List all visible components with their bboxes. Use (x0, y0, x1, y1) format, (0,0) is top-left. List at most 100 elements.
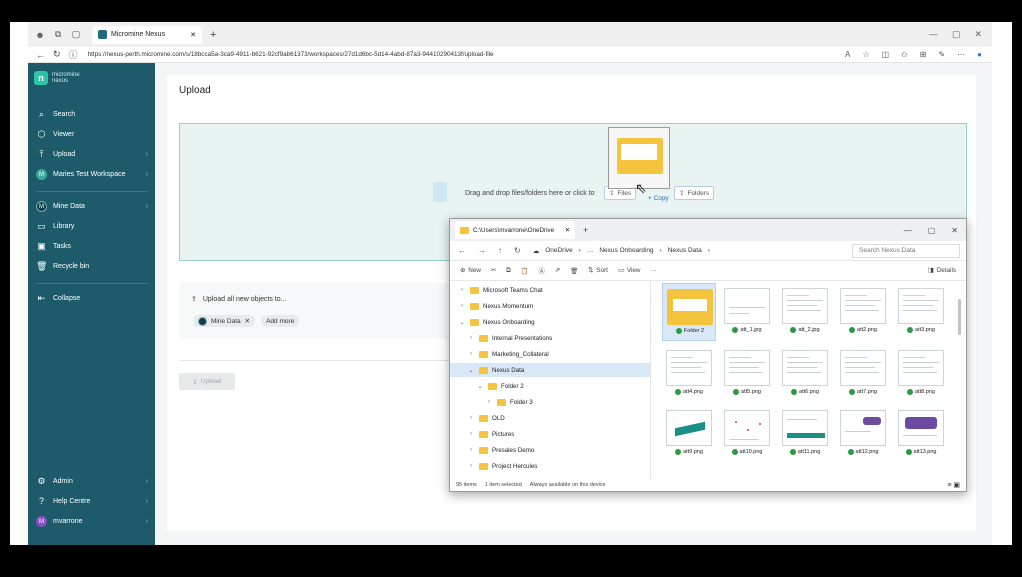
file-explorer-window[interactable]: C:\Users\mvarrone\OneDrive ✕ + — ▢ ✕ ← →… (449, 218, 967, 492)
sidebar-item-admin[interactable]: ⚙ Admin › (36, 476, 148, 487)
tree-item[interactable]: › Presales Demo (450, 443, 650, 457)
chevron-right-icon[interactable]: › (458, 287, 466, 293)
tree-item[interactable]: › Internal Presentations (450, 331, 650, 345)
close-window-icon[interactable]: ✕ (974, 29, 982, 40)
sidebar-item-search[interactable]: ⌕ Search (36, 109, 148, 120)
tree-item[interactable]: › Pictures (450, 427, 650, 441)
file-tile[interactable]: att10.png (720, 405, 774, 463)
browser-tab[interactable]: Micromine Nexus ✕ (92, 25, 202, 44)
view-button[interactable]: ▭ View (618, 267, 641, 274)
sidebar-item-collapse[interactable]: ⇤ Collapse (36, 293, 148, 304)
tree-item[interactable]: › Nexus Momentum (450, 299, 650, 313)
chevron-right-icon[interactable]: › (467, 415, 475, 421)
sidebar-item-user[interactable]: M mvarrone › (36, 516, 148, 527)
delete-button[interactable]: 🗑 (570, 267, 578, 275)
cut-button[interactable]: ✂ (491, 267, 496, 274)
sidebar-item-viewer[interactable]: ⬡ Viewer (36, 129, 148, 140)
sidebar-item-workspace[interactable]: M Maries Test Workspace › (36, 169, 148, 180)
minimize-icon[interactable]: — (929, 29, 938, 40)
chevron-right-icon[interactable]: › (467, 351, 475, 357)
restore-icon[interactable]: ▢ (952, 29, 961, 40)
chevron-right-icon[interactable]: › (485, 399, 493, 405)
sidebar-item-upload[interactable]: ⤒ Upload › (36, 149, 149, 160)
chevron-down-icon[interactable]: ⌄ (476, 383, 484, 390)
file-tile[interactable]: att_2.jpg (778, 283, 832, 341)
file-tile[interactable]: Folder 2 (662, 283, 716, 341)
vertical-scrollbar[interactable] (958, 299, 961, 335)
breadcrumb-item[interactable]: Nexus Onboarding (599, 247, 653, 254)
collections-icon[interactable]: ⊞ (920, 50, 927, 59)
tree-item[interactable]: ⌄ Nexus Onboarding (450, 315, 650, 329)
sort-button[interactable]: ⇅ Sort (588, 267, 608, 274)
tree-item[interactable]: ⌄ Folder 2 (450, 379, 650, 393)
favorites-icon[interactable]: ✩ (901, 50, 908, 59)
explorer-tab[interactable]: C:\Users\mvarrone\OneDrive ✕ (455, 221, 575, 239)
pane-divider[interactable] (650, 281, 651, 479)
file-tile[interactable]: att12.png (836, 405, 890, 463)
tree-item[interactable]: › Marketing_Collateral (450, 347, 650, 361)
file-tile[interactable]: att11.png (778, 405, 832, 463)
maximize-icon[interactable]: ▢ (928, 226, 936, 235)
file-tile[interactable]: att2.png (836, 283, 890, 341)
new-tab-button[interactable]: + (210, 29, 216, 41)
sidebar-item-help[interactable]: ? Help Centre › (36, 496, 148, 506)
favorite-star-icon[interactable]: ☆ (862, 50, 869, 59)
close-icon[interactable]: ✕ (245, 317, 250, 325)
file-tile[interactable]: att_1.jpg (720, 283, 774, 341)
tree-item[interactable]: ⌄ Nexus Data (450, 363, 650, 377)
file-tile[interactable]: att3.png (894, 283, 948, 341)
close-tab-icon[interactable]: ✕ (190, 31, 196, 39)
chevron-right-icon[interactable]: › (467, 447, 475, 453)
chevron-down-icon[interactable]: ⌄ (467, 367, 475, 374)
file-tile[interactable]: att4.png (662, 345, 716, 403)
breadcrumb-item[interactable]: … (587, 247, 594, 254)
chevron-right-icon[interactable]: › (467, 335, 475, 341)
chevron-right-icon[interactable]: › (467, 463, 475, 469)
file-tile[interactable]: att5.png (720, 345, 774, 403)
tree-item[interactable]: › Project Hercules (450, 459, 650, 473)
chip-mine-data[interactable]: M Mine Data ✕ (193, 315, 256, 327)
back-icon[interactable]: ← (36, 50, 45, 60)
site-info-icon[interactable]: ⓘ (69, 48, 78, 61)
chevron-right-icon[interactable]: › (458, 303, 466, 309)
new-button[interactable]: ⊕ New (460, 267, 481, 274)
tree-item[interactable]: › OLD (450, 411, 650, 425)
paste-button[interactable]: 📋 (521, 267, 529, 275)
split-screen-icon[interactable]: ◫ (881, 50, 889, 59)
file-tile[interactable]: att13.png (894, 405, 948, 463)
refresh-icon[interactable]: ↻ (53, 49, 61, 60)
copilot-icon[interactable]: ● (977, 50, 982, 59)
extensions-icon[interactable]: ✎ (938, 50, 945, 59)
read-aloud-icon[interactable]: A (845, 50, 850, 59)
details-button[interactable]: ◨ Details (928, 267, 956, 274)
chevron-down-icon[interactable]: ⌄ (458, 319, 466, 326)
upload-button[interactable]: ⇪ Upload (179, 373, 235, 390)
minimize-icon[interactable]: — (904, 226, 912, 235)
chip-add-more[interactable]: Add more (261, 315, 300, 327)
breadcrumb-item[interactable]: Nexus Data (668, 247, 702, 254)
file-tile[interactable]: att9.png (662, 405, 716, 463)
refresh-icon[interactable]: ↻ (514, 246, 521, 255)
chevron-right-icon[interactable]: › (467, 431, 475, 437)
sidebar-item-recycle-bin[interactable]: 🗑 Recycle bin (36, 261, 148, 272)
copy-button[interactable]: ⧉ (506, 267, 511, 275)
file-tile[interactable]: att8.png (894, 345, 948, 403)
up-icon[interactable]: ↑ (498, 246, 502, 255)
file-tile[interactable]: att6.png (778, 345, 832, 403)
close-tab-icon[interactable]: ✕ (565, 227, 570, 234)
breadcrumb[interactable]: ☁ OneDrive › … Nexus Onboarding › Nexus … (533, 244, 793, 258)
tree-item[interactable]: › Folder 3 (450, 395, 650, 409)
explorer-search-input[interactable]: Search Nexus Data (852, 243, 960, 258)
more-button[interactable]: ··· (650, 267, 656, 274)
forward-icon[interactable]: → (478, 246, 486, 255)
share-button[interactable]: ⇗ (555, 267, 560, 274)
sidebar-item-library[interactable]: ▭ Library (36, 221, 148, 232)
tree-item[interactable]: › Microsoft Teams Chat (450, 283, 650, 297)
close-window-icon[interactable]: ✕ (951, 226, 958, 235)
sidebar-item-tasks[interactable]: ▣ Tasks (36, 241, 148, 252)
view-toggle-icon[interactable]: ≡ ▣ (947, 481, 960, 489)
new-tab-button[interactable]: + (583, 225, 588, 235)
rename-button[interactable]: Ⓐ (539, 266, 545, 275)
folders-button[interactable]: ⇪ Folders (674, 186, 715, 200)
tab-actions-icon[interactable]: ▢ (70, 29, 82, 41)
